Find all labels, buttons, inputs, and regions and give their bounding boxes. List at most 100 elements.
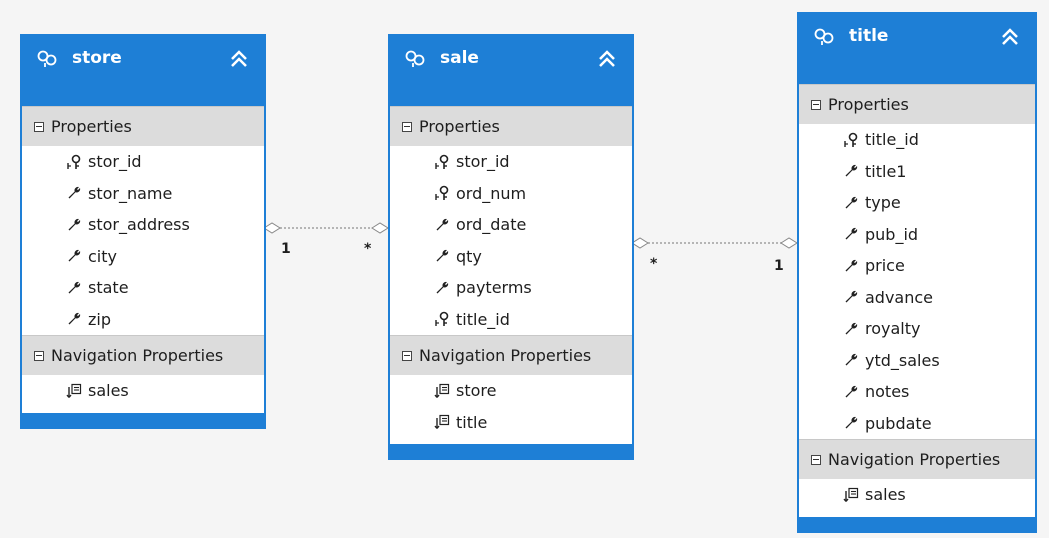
key-icon xyxy=(67,154,81,169)
collapse-chevron-icon[interactable] xyxy=(596,48,618,70)
property-row[interactable]: stor_id xyxy=(390,146,632,178)
wrench-icon xyxy=(68,313,81,325)
navigation-properties-section: Navigation Properties sales xyxy=(22,335,264,407)
association-store-sale[interactable] xyxy=(263,222,389,234)
navigation-property-row[interactable]: sales xyxy=(799,479,1035,511)
property-row[interactable]: ord_date xyxy=(390,209,632,241)
key-icon xyxy=(435,154,449,169)
properties-section: Properties stor_id ord_num ord_date qty … xyxy=(390,106,632,335)
properties-section-header[interactable]: Properties xyxy=(22,107,264,146)
multiplicity-sale-end: * xyxy=(650,256,658,272)
entity-footer xyxy=(22,412,264,427)
wrench-icon xyxy=(68,187,81,199)
section-label: Navigation Properties xyxy=(51,346,224,365)
wrench-icon xyxy=(845,165,858,177)
wrench-icon xyxy=(845,322,858,335)
property-row[interactable]: advance xyxy=(799,282,1035,314)
wrench-icon xyxy=(845,196,858,209)
multiplicity-sale-end: * xyxy=(364,241,372,257)
section-label: Properties xyxy=(419,117,500,136)
collapse-toggle-icon[interactable] xyxy=(811,454,821,465)
navigation-properties-section: Navigation Properties sales xyxy=(799,439,1035,511)
collapse-toggle-icon[interactable] xyxy=(402,121,412,132)
collapse-chevron-icon[interactable] xyxy=(228,48,250,70)
property-row[interactable]: ord_num xyxy=(390,178,632,210)
navigation-section-header[interactable]: Navigation Properties xyxy=(390,336,632,375)
entity-title: store xyxy=(72,48,122,68)
property-row[interactable]: title_id xyxy=(390,304,632,336)
property-row[interactable]: ytd_sales xyxy=(799,345,1035,377)
property-row[interactable]: type xyxy=(799,187,1035,219)
wrench-icon xyxy=(68,250,81,262)
property-row[interactable]: pubdate xyxy=(799,408,1035,440)
collapse-chevron-icon[interactable] xyxy=(999,26,1021,48)
navigation-property-row[interactable]: title xyxy=(390,407,632,439)
multiplicity-store-end: 1 xyxy=(281,241,291,257)
navigation-property-icon xyxy=(434,415,450,430)
wrench-icon xyxy=(436,250,449,262)
property-row[interactable]: qty xyxy=(390,241,632,273)
section-label: Navigation Properties xyxy=(828,450,1001,469)
wrench-icon xyxy=(436,218,449,231)
entity-sale[interactable]: sale Properties stor_id ord_num ord_date… xyxy=(388,34,634,460)
entity-header[interactable]: store xyxy=(22,36,264,106)
wrench-icon xyxy=(845,385,858,398)
section-label: Properties xyxy=(51,117,132,136)
navigation-property-icon xyxy=(434,383,450,398)
property-row[interactable]: notes xyxy=(799,376,1035,408)
property-row[interactable]: stor_name xyxy=(22,178,264,210)
properties-section-header[interactable]: Properties xyxy=(390,107,632,146)
properties-section: Properties title_id title1 type pub_id p… xyxy=(799,84,1035,439)
navigation-property-row[interactable]: store xyxy=(390,375,632,407)
property-row[interactable]: royalty xyxy=(799,313,1035,345)
section-label: Properties xyxy=(828,95,909,114)
property-row[interactable]: title_id xyxy=(799,124,1035,156)
entity-title: title xyxy=(849,26,889,46)
entity-type-icon xyxy=(37,50,57,67)
entity-footer xyxy=(799,516,1035,531)
entity-type-icon xyxy=(405,50,425,67)
entity-store[interactable]: store Properties stor_id stor_name stor_… xyxy=(20,34,266,429)
property-row[interactable]: zip xyxy=(22,304,264,336)
wrench-icon xyxy=(845,417,858,429)
entity-title[interactable]: title Properties title_id title1 type pu… xyxy=(797,12,1037,533)
navigation-properties-section: Navigation Properties store title xyxy=(390,335,632,438)
property-row[interactable]: price xyxy=(799,250,1035,282)
section-label: Navigation Properties xyxy=(419,346,592,365)
property-row[interactable]: stor_id xyxy=(22,146,264,178)
wrench-icon xyxy=(845,291,858,303)
entity-footer xyxy=(390,444,632,458)
property-row[interactable]: stor_address xyxy=(22,209,264,241)
navigation-section-header[interactable]: Navigation Properties xyxy=(22,336,264,375)
entity-header[interactable]: sale xyxy=(390,36,632,106)
navigation-property-icon xyxy=(843,487,859,502)
collapse-toggle-icon[interactable] xyxy=(811,99,821,110)
collapse-toggle-icon[interactable] xyxy=(402,350,412,361)
entity-title: sale xyxy=(440,48,479,68)
property-row[interactable]: city xyxy=(22,241,264,273)
property-row[interactable]: state xyxy=(22,272,264,304)
entity-header[interactable]: title xyxy=(799,14,1035,84)
association-sale-title[interactable] xyxy=(631,237,798,249)
navigation-section-header[interactable]: Navigation Properties xyxy=(799,440,1035,479)
entity-type-icon xyxy=(814,28,834,45)
wrench-icon xyxy=(845,354,858,366)
property-row[interactable]: pub_id xyxy=(799,219,1035,251)
key-icon xyxy=(435,185,449,201)
key-icon xyxy=(435,311,449,327)
multiplicity-title-end: 1 xyxy=(774,258,784,274)
wrench-icon xyxy=(68,218,81,231)
key-icon xyxy=(844,132,858,147)
wrench-icon xyxy=(845,228,858,240)
wrench-icon xyxy=(68,281,81,294)
collapse-toggle-icon[interactable] xyxy=(34,121,44,132)
property-row[interactable]: title1 xyxy=(799,156,1035,188)
wrench-icon xyxy=(436,281,449,294)
collapse-toggle-icon[interactable] xyxy=(34,350,44,361)
properties-section-header[interactable]: Properties xyxy=(799,85,1035,124)
property-row[interactable]: payterms xyxy=(390,272,632,304)
properties-section: Properties stor_id stor_name stor_addres… xyxy=(22,106,264,335)
navigation-property-row[interactable]: sales xyxy=(22,375,264,407)
navigation-property-icon xyxy=(66,383,82,398)
wrench-icon xyxy=(845,259,858,272)
